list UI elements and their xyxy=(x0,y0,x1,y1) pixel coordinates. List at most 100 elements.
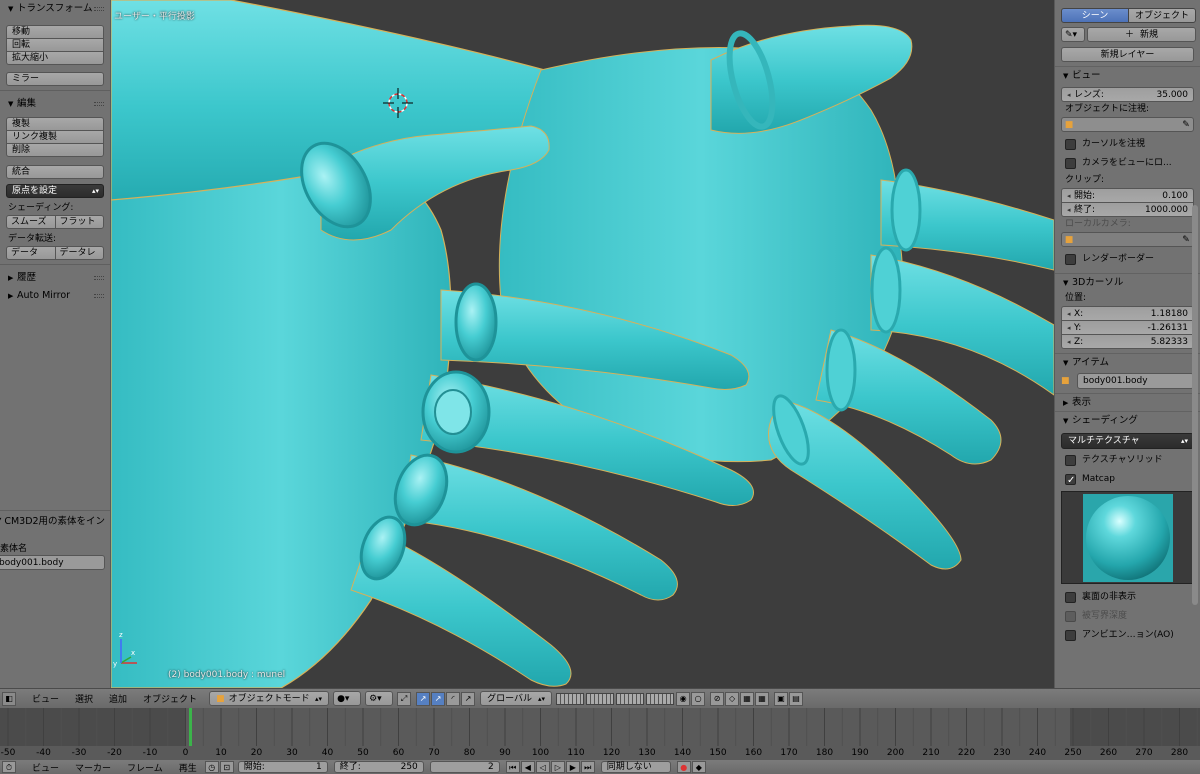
prev-keyframe-icon[interactable]: ◀ xyxy=(520,761,535,773)
auto-mirror-panel-header[interactable]: ▶ Auto Mirror xyxy=(0,287,110,305)
lock-cursor-checkbox[interactable]: カーソルを注視 xyxy=(1055,135,1200,154)
manipulator-toggle-icon[interactable]: ⤢ xyxy=(397,691,412,706)
play-reverse-icon[interactable]: ◁ xyxy=(535,761,550,773)
lock-object-field[interactable]: ■ ✎ xyxy=(1061,117,1194,132)
render-animation-icon[interactable]: ▤ xyxy=(789,691,804,706)
pencil-icon[interactable]: ✎▾ xyxy=(1061,27,1085,42)
snap-icon[interactable]: ⊘ xyxy=(710,691,725,706)
jump-start-icon[interactable]: ⏮ xyxy=(505,761,520,773)
shading-panel-header[interactable]: ▼ シェーディング xyxy=(1055,411,1200,429)
layers-grid-icon[interactable] xyxy=(556,692,585,705)
drag-grip-icon[interactable] xyxy=(94,294,104,298)
transform-panel-header[interactable]: ▼ トランスフォーム xyxy=(0,0,110,18)
sidebar-scrollbar[interactable] xyxy=(1192,205,1198,605)
cursor-x-field[interactable]: ◂ X: 1.18180 xyxy=(1061,306,1194,321)
menu-view[interactable]: ビュー xyxy=(24,761,67,774)
mirror-button[interactable]: ミラー xyxy=(6,72,104,86)
end-frame-field[interactable]: 終了: 250 xyxy=(333,761,424,773)
editor-type-icon[interactable]: ◧ xyxy=(2,691,16,706)
textured-solid-checkbox[interactable]: テクスチャソリッド xyxy=(1055,451,1200,470)
layers-grid-icon[interactable] xyxy=(616,692,645,705)
matcap-preview[interactable] xyxy=(1061,491,1194,584)
current-frame-field[interactable]: 2 xyxy=(429,761,500,773)
snap-mode-icon[interactable]: ▦ xyxy=(755,691,770,706)
tab-object[interactable]: オブジェクト xyxy=(1128,8,1196,23)
preview-range-icon[interactable]: ◷ xyxy=(204,761,219,773)
lock-range-icon[interactable]: ⊡ xyxy=(219,761,234,773)
item-panel-header[interactable]: ▼ アイテム xyxy=(1055,353,1200,371)
viewport-shading-dropdown[interactable]: ●▾ xyxy=(333,691,362,706)
display-panel-header[interactable]: ▶ 表示 xyxy=(1055,393,1200,411)
backface-culling-checkbox[interactable]: 裏面の非表示 xyxy=(1055,588,1200,607)
play-icon[interactable]: ▷ xyxy=(550,761,565,773)
sync-dropdown[interactable]: 同期しない xyxy=(600,761,671,773)
3d-cursor-panel-header[interactable]: ▼ 3Dカーソル xyxy=(1055,273,1200,291)
rotate-manipulator-icon[interactable]: ↗ xyxy=(431,691,446,706)
start-frame-field[interactable]: 開始: 1 xyxy=(237,761,328,773)
editor-type-icon[interactable]: ⏱ xyxy=(2,761,16,773)
menu-marker[interactable]: マーカー xyxy=(67,761,119,774)
mode-dropdown[interactable]: ■ オブジェクトモード ▴▾ xyxy=(209,691,330,706)
menu-object[interactable]: オブジェクト xyxy=(135,692,205,705)
duplicate-linked-button[interactable]: リンク複製 xyxy=(6,130,104,144)
translate-manipulator-icon[interactable]: ↗ xyxy=(416,691,431,706)
render-image-icon[interactable]: ▣ xyxy=(774,691,789,706)
new-layer-button[interactable]: 新規レイヤー xyxy=(1061,47,1194,62)
rotate-button[interactable]: 回転 xyxy=(6,38,104,52)
lock-layers-icon[interactable]: ◉ xyxy=(676,691,691,706)
join-button[interactable]: 統合 xyxy=(6,165,104,179)
shade-smooth-button[interactable]: スムーズ xyxy=(6,215,56,229)
delete-button[interactable]: 削除 xyxy=(6,143,104,157)
menu-add[interactable]: 追加 xyxy=(101,692,135,705)
layers-grid-icon[interactable] xyxy=(646,692,675,705)
scale-button[interactable]: 拡大縮小 xyxy=(6,51,104,65)
3d-viewport[interactable]: z y x ユーザー・平行投影 (2) body001.body : munel xyxy=(111,0,1054,688)
snap-target-icon[interactable]: ▦ xyxy=(740,691,755,706)
item-name-field[interactable]: body001.body xyxy=(1077,373,1194,389)
edit-panel-header[interactable]: ▼ 編集 xyxy=(0,95,110,113)
history-panel-header[interactable]: ▶ 履歴 xyxy=(0,269,110,287)
duplicate-button[interactable]: 複製 xyxy=(6,117,104,131)
new-button[interactable]: ＋新規 xyxy=(1087,27,1196,42)
keying-set-icon[interactable]: ◆ xyxy=(691,761,706,773)
rotate-arc-icon[interactable]: ◜ xyxy=(446,691,461,706)
transform-orientation-dropdown[interactable]: グローバル ▴▾ xyxy=(480,691,553,706)
drag-grip-icon[interactable] xyxy=(94,7,104,11)
translate-button[interactable]: 移動 xyxy=(6,25,104,39)
base-body-field[interactable]: body001.body xyxy=(0,555,105,570)
timeline-editor[interactable]: -50 -40 -30 -20 -10 0 10 20 30 40 50 60 70 80 90 100 110… xyxy=(0,708,1200,760)
record-icon[interactable]: ● xyxy=(676,761,691,773)
layers-grid-icon[interactable] xyxy=(586,692,615,705)
menu-select[interactable]: 選択 xyxy=(67,692,101,705)
ambient-occlusion-checkbox[interactable]: アンビエン…ョン(AO) xyxy=(1055,626,1200,645)
jump-end-icon[interactable]: ⏭ xyxy=(580,761,595,773)
eyedropper-icon[interactable]: ✎ xyxy=(1179,120,1193,130)
cm3d2-panel-header[interactable]: ▼ CM3D2用の素体をイン xyxy=(0,514,110,530)
shade-flat-button[interactable]: フラット xyxy=(54,215,104,229)
drag-grip-icon[interactable] xyxy=(94,102,104,106)
lens-field[interactable]: ◂ レンズ: 35.000 xyxy=(1061,87,1194,102)
proportional-edit-icon[interactable]: ○ xyxy=(691,691,706,706)
snap-type-icon[interactable]: ◇ xyxy=(725,691,740,706)
drag-grip-icon[interactable] xyxy=(94,276,104,280)
cursor-y-field[interactable]: ◂ Y: -1.26131 xyxy=(1061,320,1194,335)
shading-mode-dropdown[interactable]: マルチテクスチャ ▴▾ xyxy=(1061,433,1194,449)
clip-start-field[interactable]: ◂ 開始: 0.100 xyxy=(1061,188,1194,203)
lock-camera-checkbox[interactable]: カメラをビューにロ... xyxy=(1055,154,1200,173)
pivot-dropdown[interactable]: ⚙▾ xyxy=(365,691,394,706)
view-panel-header[interactable]: ▼ ビュー xyxy=(1055,66,1200,84)
current-frame-indicator[interactable] xyxy=(189,708,193,746)
tab-scene[interactable]: シーン xyxy=(1061,8,1129,23)
matcap-checkbox[interactable]: Matcap xyxy=(1055,470,1200,489)
render-border-checkbox[interactable]: レンダーボーダー xyxy=(1055,250,1200,269)
cursor-z-field[interactable]: ◂ Z: 5.82333 xyxy=(1061,334,1194,349)
next-keyframe-icon[interactable]: ▶ xyxy=(565,761,580,773)
scale-manipulator-icon[interactable]: ↗ xyxy=(461,691,476,706)
clip-end-field[interactable]: ◂ 終了: 1000.000 xyxy=(1061,202,1194,217)
menu-playback[interactable]: 再生 xyxy=(171,761,205,774)
menu-view[interactable]: ビュー xyxy=(24,692,67,705)
set-origin-dropdown[interactable]: 原点を設定 ▴▾ xyxy=(6,184,104,198)
menu-frame[interactable]: フレーム xyxy=(119,761,171,774)
data-layout-button[interactable]: データレ xyxy=(54,246,104,260)
data-transfer-button[interactable]: データ xyxy=(6,246,56,260)
